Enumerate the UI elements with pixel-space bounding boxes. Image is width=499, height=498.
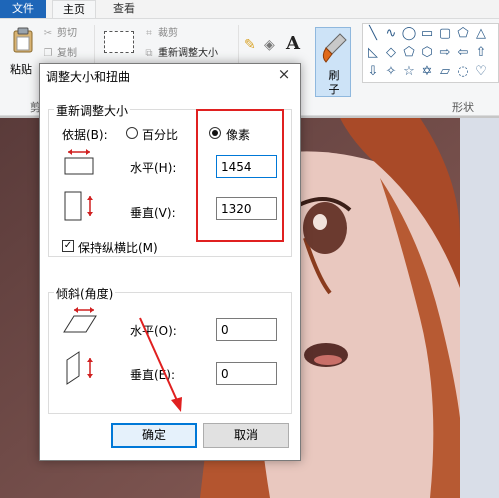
right-arrow-shape-icon[interactable]: ⇨ <box>437 45 453 61</box>
resize-label: 重新调整大小 <box>158 48 218 59</box>
crop-icon: ⌗ <box>146 28 152 39</box>
oval-shape-icon[interactable]: ◯ <box>401 26 417 42</box>
canvas-background-area <box>460 118 499 498</box>
rounded-rectangle-shape-icon[interactable]: ▢ <box>437 26 453 42</box>
line-shape-icon[interactable]: ╲ <box>365 26 381 42</box>
left-arrow-shape-icon[interactable]: ⇦ <box>455 45 471 61</box>
text-tool-icon[interactable]: A <box>286 33 300 54</box>
hexagon-shape-icon[interactable]: ⬡ <box>419 45 435 61</box>
horizontal-resize-icon <box>64 149 94 175</box>
paste-label: 粘贴 <box>10 63 32 76</box>
heart-shape-icon[interactable]: ♡ <box>473 64 489 80</box>
crop-button[interactable]: ⌗ 裁剪 <box>143 27 178 41</box>
resize-group-title: 重新调整大小 <box>54 102 131 119</box>
down-arrow-shape-icon[interactable]: ⇩ <box>365 64 381 80</box>
pencil-icon[interactable]: ✎ <box>244 37 256 53</box>
five-point-star-shape-icon[interactable]: ☆ <box>401 64 417 80</box>
shapes-gallery: ╲ ∿ ◯ ▭ ▢ ⬠ △ ◺ ◇ ⬠ ⬡ ⇨ ⇦ ⇧ ⇩ ✧ ☆ ✡ ▱ ◌ … <box>362 23 499 83</box>
close-icon[interactable]: × <box>276 65 292 83</box>
copy-label: 复制 <box>57 48 77 59</box>
callout-shape-icon[interactable]: ▱ <box>437 64 453 80</box>
percent-label[interactable]: 百分比 <box>142 126 178 143</box>
triangle-shape-icon[interactable]: △ <box>473 26 489 42</box>
brushes-label-top: 刷 <box>328 69 340 82</box>
dialog-title: 调整大小和扭曲 <box>46 70 131 84</box>
rectangle-shape-icon[interactable]: ▭ <box>419 26 435 42</box>
highlight-rectangle <box>196 109 284 242</box>
cut-button[interactable]: ✂ 剪切 <box>42 27 77 41</box>
resize-vertical-label: 垂直(V): <box>130 206 176 220</box>
pentagon-shape-icon[interactable]: ⬠ <box>401 45 417 61</box>
tab-file[interactable]: 文件 <box>0 0 46 18</box>
tab-home[interactable]: 主页 <box>52 0 96 18</box>
skew-horizontal-input[interactable] <box>216 318 277 341</box>
clipboard-icon <box>13 27 33 53</box>
polygon-shape-icon[interactable]: ⬠ <box>455 26 471 42</box>
keep-ratio-checkbox[interactable]: ✓ <box>62 240 74 252</box>
fill-icon[interactable]: ◈ <box>264 37 275 53</box>
copy-icon: ❐ <box>43 48 53 59</box>
percent-radio[interactable] <box>126 127 138 139</box>
vertical-resize-icon <box>64 191 93 221</box>
by-label: 依据(B): <box>62 128 108 142</box>
keep-ratio-label[interactable]: 保持纵横比(M) <box>78 239 158 256</box>
brushes-button[interactable]: 刷 子 <box>315 27 351 97</box>
skew-group-title: 倾斜(角度) <box>54 285 116 302</box>
copy-button[interactable]: ❐ 复制 <box>42 47 77 61</box>
horizontal-skew-icon <box>63 307 97 333</box>
cut-label: 剪切 <box>57 28 77 39</box>
resize-horizontal-label: 水平(H): <box>130 161 177 175</box>
select-button[interactable] <box>104 31 134 53</box>
brushes-label-bottom: 子 <box>328 83 340 96</box>
tab-view[interactable]: 查看 <box>100 0 148 18</box>
crop-label: 裁剪 <box>158 28 178 39</box>
right-triangle-shape-icon[interactable]: ◺ <box>365 45 381 61</box>
curve-shape-icon[interactable]: ∿ <box>383 26 399 42</box>
cancel-button[interactable]: 取消 <box>203 423 289 448</box>
resize-icon: ⧉ <box>145 48 153 59</box>
six-point-star-shape-icon[interactable]: ✡ <box>419 64 435 80</box>
skew-vertical-label: 垂直(E): <box>130 368 175 382</box>
shapes-group-label: 形状 <box>452 101 474 114</box>
four-point-star-shape-icon[interactable]: ✧ <box>383 64 399 80</box>
resize-button[interactable]: ⧉ 重新调整大小 <box>143 47 218 61</box>
vertical-skew-icon <box>66 351 93 385</box>
ok-button[interactable]: 确定 <box>111 423 197 448</box>
scissors-icon: ✂ <box>43 28 53 39</box>
up-arrow-shape-icon[interactable]: ⇧ <box>473 45 489 61</box>
ribbon-tab-bar: 文件 主页 查看 <box>0 0 499 18</box>
oval-callout-shape-icon[interactable]: ◌ <box>455 64 471 80</box>
diamond-shape-icon[interactable]: ◇ <box>383 45 399 61</box>
brush-icon <box>322 33 347 63</box>
skew-vertical-input[interactable] <box>216 362 277 385</box>
skew-horizontal-label: 水平(O): <box>130 324 177 338</box>
